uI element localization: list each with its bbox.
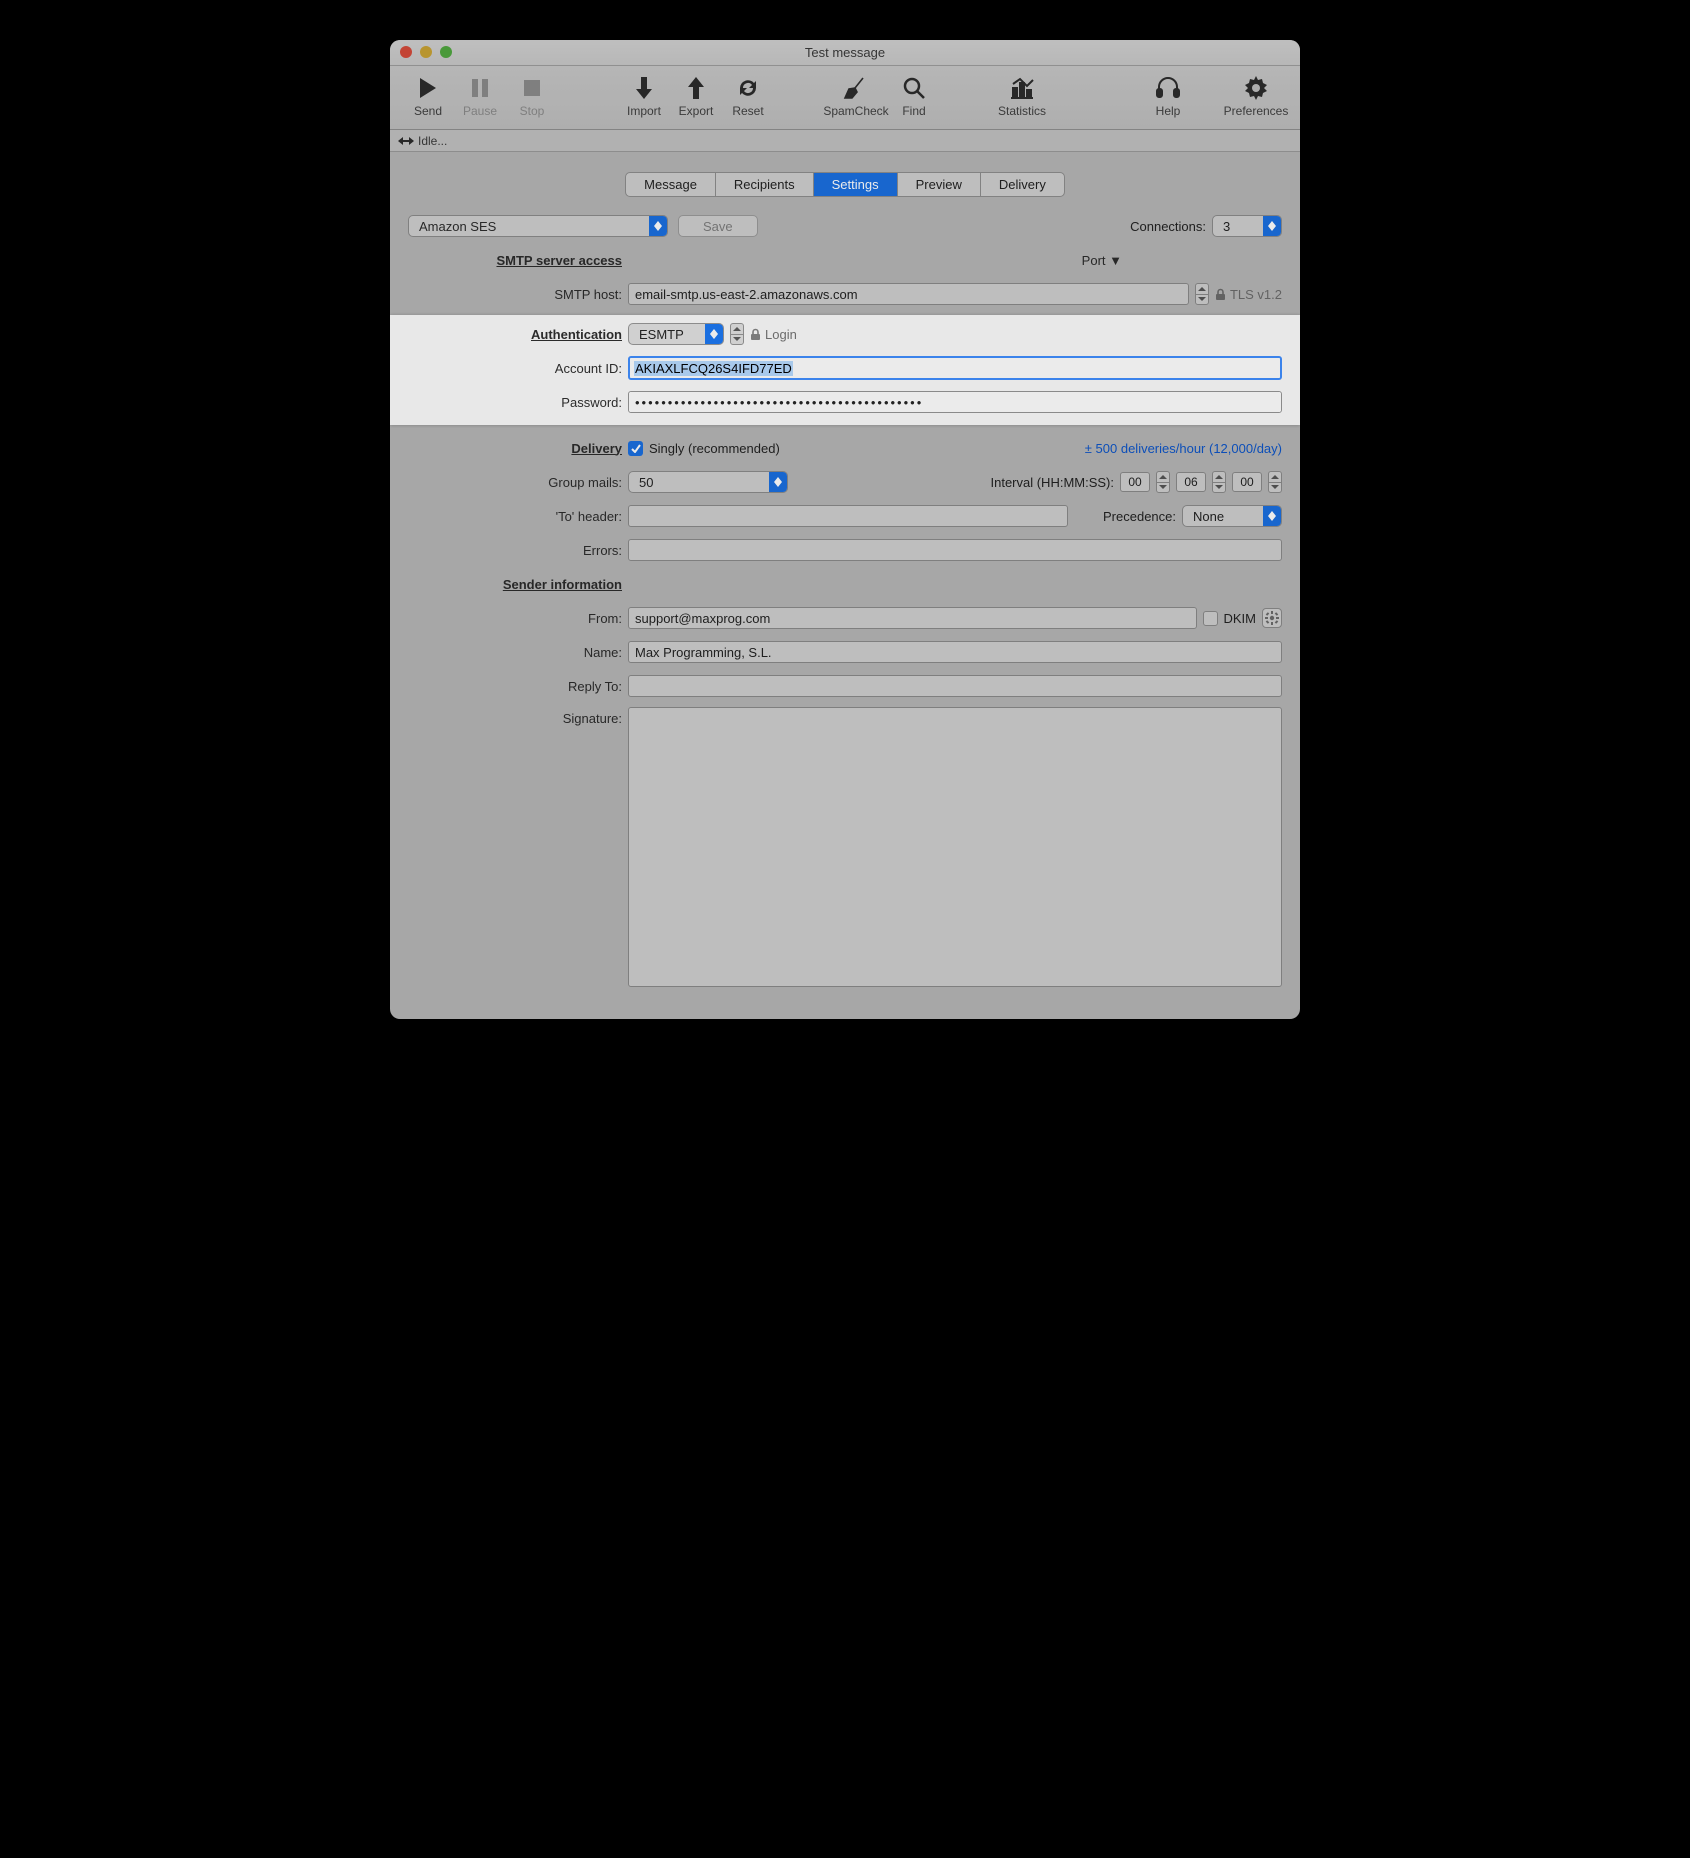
- chart-icon: [1007, 74, 1037, 102]
- tab-settings[interactable]: Settings: [814, 173, 898, 196]
- tabs: Message Recipients Settings Preview Deli…: [390, 152, 1300, 213]
- connections-select[interactable]: 3: [1212, 215, 1282, 237]
- tab-preview[interactable]: Preview: [898, 173, 981, 196]
- status-text: Idle...: [418, 134, 447, 148]
- auth-mode: Login: [750, 327, 797, 342]
- lock-icon: [1215, 288, 1226, 301]
- find-button[interactable]: Find: [888, 70, 940, 118]
- account-id-label: Account ID:: [408, 361, 628, 376]
- window-title: Test message: [805, 45, 885, 60]
- to-header-input[interactable]: [628, 505, 1068, 527]
- signature-input[interactable]: [628, 707, 1282, 987]
- arrow-down-icon: [629, 74, 659, 102]
- titlebar: Test message: [390, 40, 1300, 66]
- from-input[interactable]: [628, 607, 1197, 629]
- interval-hh-stepper[interactable]: [1156, 471, 1170, 493]
- gear-icon: [1265, 611, 1279, 625]
- help-button[interactable]: Help: [1142, 70, 1194, 118]
- heading-sender: Sender information: [408, 577, 628, 592]
- interval-mm-stepper[interactable]: [1212, 471, 1226, 493]
- heading-smtp: SMTP server access: [408, 253, 628, 268]
- import-button[interactable]: Import: [618, 70, 670, 118]
- refresh-icon: [733, 74, 763, 102]
- stop-button: Stop: [506, 70, 558, 118]
- name-label: Name:: [408, 645, 628, 660]
- heading-delivery: Delivery: [408, 441, 628, 456]
- singly-label: Singly (recommended): [649, 441, 780, 456]
- delivery-rate: ± 500 deliveries/hour (12,000/day): [1085, 441, 1282, 456]
- search-icon: [899, 74, 929, 102]
- export-button[interactable]: Export: [670, 70, 722, 118]
- smtp-host-stepper[interactable]: [1195, 283, 1209, 305]
- reply-to-label: Reply To:: [408, 679, 628, 694]
- dkim-checkbox[interactable]: [1203, 611, 1218, 626]
- status-icon: [398, 135, 414, 147]
- group-mails-select[interactable]: 50: [628, 471, 788, 493]
- precedence-label: Precedence:: [1103, 509, 1176, 524]
- statistics-button[interactable]: Statistics: [990, 70, 1054, 118]
- interval-hh[interactable]: 00: [1120, 472, 1150, 492]
- gear-icon: [1241, 74, 1271, 102]
- broom-icon: [841, 74, 871, 102]
- interval-label: Interval (HH:MM:SS):: [990, 475, 1114, 490]
- account-id-input[interactable]: AKIAXLFCQ26S4IFD77ED: [628, 356, 1282, 380]
- app-window: Test message Send Pause Stop: [390, 40, 1300, 1019]
- lock-icon: [750, 328, 761, 341]
- save-button[interactable]: Save: [678, 215, 758, 237]
- password-input[interactable]: [628, 391, 1282, 413]
- group-mails-label: Group mails:: [408, 475, 628, 490]
- reset-button[interactable]: Reset: [722, 70, 774, 118]
- precedence-select[interactable]: None: [1182, 505, 1282, 527]
- smtp-host-input[interactable]: [628, 283, 1189, 305]
- interval-ss[interactable]: 00: [1232, 472, 1262, 492]
- preset-select[interactable]: Amazon SES: [408, 215, 668, 237]
- tab-delivery[interactable]: Delivery: [981, 173, 1064, 196]
- status-bar: Idle...: [390, 130, 1300, 152]
- minimize-window-icon[interactable]: [420, 46, 432, 58]
- settings-form: Amazon SES Save Connections: 3 SMTP serv…: [390, 213, 1300, 1019]
- tls-indicator: TLS v1.2: [1215, 287, 1282, 302]
- preferences-button[interactable]: Preferences: [1224, 70, 1288, 118]
- password-label: Password:: [408, 395, 628, 410]
- errors-input[interactable]: [628, 539, 1282, 561]
- play-icon: [413, 74, 443, 102]
- arrow-up-icon: [681, 74, 711, 102]
- from-label: From:: [408, 611, 628, 626]
- reply-to-input[interactable]: [628, 675, 1282, 697]
- dkim-settings-button[interactable]: [1262, 608, 1282, 628]
- interval-mm[interactable]: 06: [1176, 472, 1206, 492]
- pause-button: Pause: [454, 70, 506, 118]
- heading-auth: Authentication: [408, 327, 628, 342]
- tab-message[interactable]: Message: [626, 173, 716, 196]
- port-dropdown[interactable]: Port ▼: [1082, 253, 1122, 268]
- signature-label: Signature:: [408, 707, 628, 726]
- spamcheck-button[interactable]: SpamCheck: [824, 70, 888, 118]
- traffic-lights: [400, 46, 452, 58]
- pause-icon: [465, 74, 495, 102]
- errors-label: Errors:: [408, 543, 628, 558]
- smtp-host-label: SMTP host:: [408, 287, 628, 302]
- name-input[interactable]: [628, 641, 1282, 663]
- headset-icon: [1153, 74, 1183, 102]
- toolbar: Send Pause Stop Import: [390, 66, 1300, 130]
- to-header-label: 'To' header:: [408, 509, 628, 524]
- connections-label: Connections:: [1130, 219, 1206, 234]
- close-window-icon[interactable]: [400, 46, 412, 58]
- singly-checkbox[interactable]: [628, 441, 643, 456]
- dkim-label: DKIM: [1224, 611, 1257, 626]
- auth-stepper[interactable]: [730, 323, 744, 345]
- zoom-window-icon[interactable]: [440, 46, 452, 58]
- auth-method-select[interactable]: ESMTP: [628, 323, 724, 345]
- auth-highlight: Authentication ESMTP Login: [390, 315, 1300, 425]
- interval-ss-stepper[interactable]: [1268, 471, 1282, 493]
- tab-recipients[interactable]: Recipients: [716, 173, 814, 196]
- stop-icon: [517, 74, 547, 102]
- send-button[interactable]: Send: [402, 70, 454, 118]
